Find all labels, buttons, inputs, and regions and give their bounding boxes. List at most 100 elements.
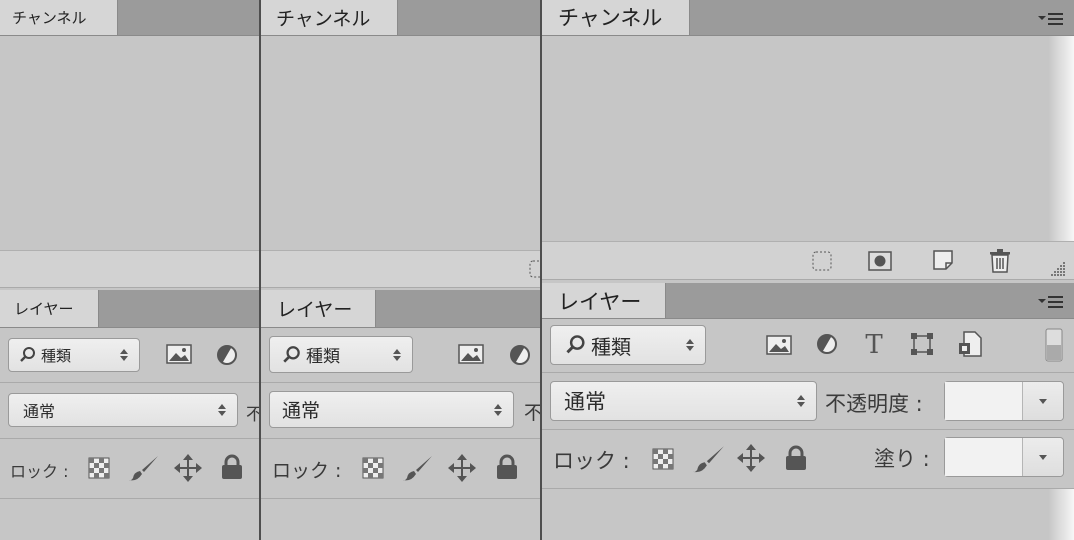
layers-scroll-area[interactable] [1048, 489, 1074, 540]
row-separator [0, 498, 259, 499]
fill-dropdown-button[interactable] [1023, 438, 1063, 476]
channels-tabbar: チャンネル [0, 0, 259, 36]
kind-filter-value: 種類 [41, 346, 72, 365]
lock-brush-icon[interactable] [692, 444, 726, 474]
tab-layers-label: レイヤー [14, 300, 74, 318]
panel-menu-icon[interactable] [1038, 11, 1064, 25]
lock-brush-icon[interactable] [128, 454, 160, 482]
kind-filter-value: 種類 [591, 334, 631, 359]
select-arrows [794, 395, 808, 407]
select-arrows [215, 404, 229, 416]
filter-toggle-icon[interactable] [1045, 328, 1063, 362]
kind-filter-value: 種類 [306, 347, 340, 367]
opacity-dropdown-button[interactable] [1023, 382, 1063, 420]
tab-channels[interactable]: チャンネル [261, 0, 398, 35]
lock-brush-icon[interactable] [402, 454, 434, 482]
tab-layers[interactable]: レイヤー [542, 283, 666, 318]
shape-filter-icon[interactable] [910, 332, 934, 356]
tab-channels-label: チャンネル [12, 9, 87, 27]
panel-column-2: チャンネル レイヤー 種類 通常 不 ロック : [261, 0, 540, 540]
adjustment-filter-icon[interactable] [816, 333, 838, 355]
select-arrows [117, 349, 131, 361]
channels-list [0, 36, 259, 250]
blend-mode-select[interactable]: 通常 [8, 393, 238, 427]
row-separator [0, 382, 259, 383]
kind-filter-select[interactable]: 種類 [8, 338, 140, 372]
search-icon [565, 334, 587, 356]
trash-icon[interactable] [989, 249, 1011, 273]
blend-mode-select[interactable]: 通常 [550, 381, 817, 421]
tab-layers[interactable]: レイヤー [261, 290, 376, 327]
row-separator [261, 382, 540, 383]
panel-menu-icon[interactable] [1038, 294, 1064, 308]
lock-move-icon[interactable] [174, 454, 202, 482]
tab-channels-label: チャンネル [558, 6, 663, 30]
scrollbar-track[interactable] [1048, 36, 1074, 241]
blend-mode-select[interactable]: 通常 [269, 391, 514, 428]
channels-tabbar: チャンネル [261, 0, 540, 36]
opacity-input[interactable] [945, 382, 1023, 420]
lock-move-icon[interactable] [448, 454, 476, 482]
lock-label: ロック : [553, 449, 630, 473]
blend-mode-value: 通常 [282, 400, 321, 422]
image-filter-icon[interactable] [458, 343, 484, 365]
opacity-label: 不透明度 : [825, 392, 923, 416]
lock-transparent-icon[interactable] [362, 457, 384, 479]
row-separator [261, 438, 540, 439]
tab-channels[interactable]: チャンネル [542, 0, 690, 35]
smart-object-filter-icon[interactable] [958, 331, 982, 357]
svg-text:T: T [865, 331, 883, 357]
row-separator [0, 438, 259, 439]
layers-tabbar: レイヤー [542, 283, 1074, 319]
tab-layers[interactable]: レイヤー [0, 290, 99, 327]
lock-transparent-icon[interactable] [652, 448, 674, 470]
channels-footer [542, 241, 1074, 280]
lock-all-icon[interactable] [785, 445, 807, 471]
tab-channels-label: チャンネル [276, 8, 371, 30]
opacity-label: 不 [524, 402, 540, 424]
channels-list [542, 36, 1074, 241]
search-icon [282, 345, 302, 365]
row-separator [542, 372, 1074, 373]
save-mask-icon[interactable] [868, 251, 892, 271]
opacity-field[interactable] [944, 381, 1064, 421]
select-arrows [390, 348, 404, 361]
channels-tabbar: チャンネル [542, 0, 1074, 36]
layers-tabbar: レイヤー [0, 290, 259, 328]
tab-layers-label: レイヤー [558, 289, 642, 314]
blend-mode-value: 通常 [564, 390, 606, 414]
search-icon [19, 346, 37, 364]
fill-field[interactable] [944, 437, 1064, 477]
resize-grip-icon[interactable] [1048, 259, 1066, 277]
channels-footer [261, 250, 540, 288]
channels-list [261, 36, 540, 250]
row-separator [261, 498, 540, 499]
load-selection-icon[interactable] [812, 251, 832, 271]
fill-label: 塗り : [874, 447, 930, 471]
fill-input[interactable] [945, 438, 1023, 476]
lock-transparent-icon[interactable] [88, 457, 110, 479]
panel-column-1: チャンネル レイヤー 種類 通常 不 ロック : [0, 0, 259, 540]
row-separator [542, 488, 1074, 489]
channels-footer [0, 250, 259, 288]
lock-label: ロック : [10, 462, 69, 481]
new-channel-icon[interactable] [932, 249, 954, 271]
tab-layers-label: レイヤー [277, 299, 353, 321]
kind-filter-select[interactable]: 種類 [550, 325, 706, 365]
panel-column-3: チャンネル レイヤー 種類 T 通常 不透明度: ロック: 塗り: [542, 0, 1074, 540]
type-filter-icon[interactable]: T [863, 331, 885, 357]
kind-filter-select[interactable]: 種類 [269, 336, 413, 373]
layers-tabbar: レイヤー [261, 290, 540, 328]
tab-channels[interactable]: チャンネル [0, 0, 118, 35]
select-arrows [683, 339, 697, 351]
row-separator [542, 429, 1074, 430]
lock-all-icon[interactable] [496, 454, 518, 480]
lock-all-icon[interactable] [221, 454, 243, 480]
image-filter-icon[interactable] [166, 343, 192, 365]
load-selection-icon[interactable] [529, 260, 540, 278]
adjustment-filter-icon[interactable] [509, 344, 531, 366]
blend-mode-value: 通常 [23, 402, 56, 421]
lock-move-icon[interactable] [737, 444, 765, 472]
adjustment-filter-icon[interactable] [216, 344, 238, 366]
image-filter-icon[interactable] [766, 334, 792, 356]
